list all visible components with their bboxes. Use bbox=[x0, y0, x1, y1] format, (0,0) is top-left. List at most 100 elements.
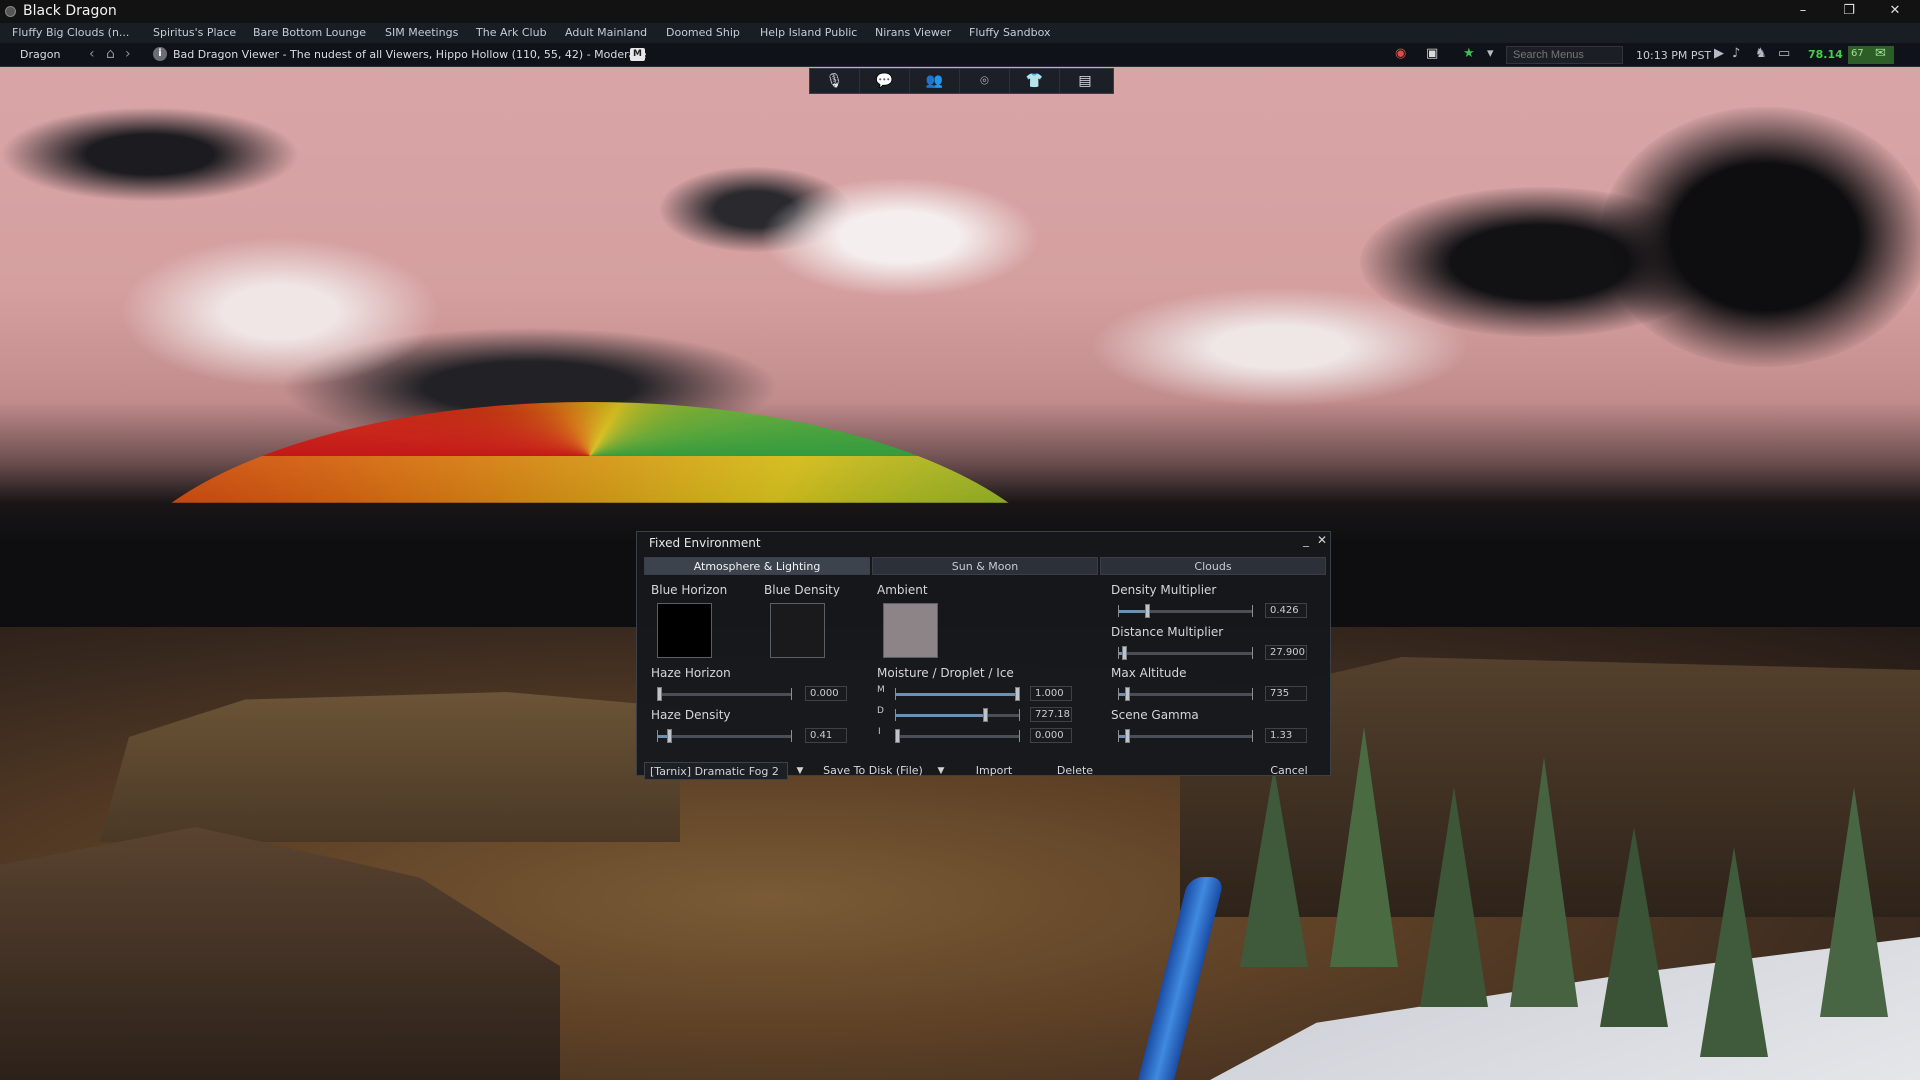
no-build-icon[interactable]: ▣ bbox=[1426, 46, 1438, 61]
home-icon[interactable]: ⌂ bbox=[106, 46, 115, 62]
moisture-label: Moisture / Droplet / Ice bbox=[877, 666, 1014, 680]
window-titlebar: Black Dragon – ❐ ✕ bbox=[0, 0, 1920, 23]
window-title: Black Dragon bbox=[23, 3, 117, 19]
scene-gamma-value[interactable]: 1.33 bbox=[1265, 728, 1307, 743]
favorite-item[interactable]: Help Island Public bbox=[760, 26, 857, 39]
maturity-badge: M bbox=[630, 48, 645, 61]
ambient-swatch[interactable] bbox=[883, 603, 938, 658]
preset-dropdown[interactable]: [Tarnix] Dramatic Fog 2 bbox=[644, 762, 788, 780]
pine-tree bbox=[1820, 787, 1888, 1017]
nav-menu-name[interactable]: Dragon bbox=[20, 48, 60, 61]
haze-density-slider[interactable] bbox=[657, 729, 792, 743]
droplet-value[interactable]: 727.18 bbox=[1030, 707, 1072, 722]
tab-atmosphere-lighting[interactable]: Atmosphere & Lighting bbox=[644, 557, 870, 575]
pine-tree bbox=[1420, 787, 1488, 1007]
minimize-button[interactable]: – bbox=[1780, 0, 1826, 23]
ambient-label: Ambient bbox=[877, 583, 928, 597]
haze-horizon-label: Haze Horizon bbox=[651, 666, 731, 680]
info-icon[interactable]: i bbox=[153, 47, 167, 61]
blue-density-swatch[interactable] bbox=[770, 603, 825, 658]
restore-button[interactable]: ❐ bbox=[1826, 0, 1872, 23]
navigation-bar: Dragon ‹ ⌂ › i Bad Dragon Viewer - The n… bbox=[0, 43, 1920, 67]
visibility-eye-icon[interactable]: ◉ bbox=[1395, 46, 1406, 61]
favorite-item[interactable]: Fluffy Sandbox bbox=[969, 26, 1051, 39]
scene-gamma-label: Scene Gamma bbox=[1111, 708, 1199, 722]
white-cloud bbox=[1090, 287, 1470, 407]
people-icon[interactable]: 👥 bbox=[910, 69, 960, 93]
droplet-slider[interactable] bbox=[895, 708, 1020, 722]
pine-tree bbox=[1510, 757, 1578, 1007]
density-multiplier-slider[interactable] bbox=[1118, 604, 1253, 618]
blue-horizon-swatch[interactable] bbox=[657, 603, 712, 658]
places-icon[interactable]: ⌾ bbox=[960, 69, 1010, 93]
fixed-environment-floater: Fixed Environment _ ✕ Atmosphere & Light… bbox=[636, 531, 1331, 780]
favorite-item[interactable]: Doomed Ship bbox=[666, 26, 740, 39]
tab-sun-moon[interactable]: Sun & Moon bbox=[872, 557, 1098, 575]
max-altitude-slider[interactable] bbox=[1118, 687, 1253, 701]
minimize-floater-button[interactable]: _ bbox=[1303, 533, 1309, 547]
volume-icon[interactable]: ♪ bbox=[1732, 46, 1740, 61]
favorite-item[interactable]: Nirans Viewer bbox=[875, 26, 951, 39]
chevron-down-icon[interactable]: ▼ bbox=[792, 762, 808, 780]
moisture-value[interactable]: 1.000 bbox=[1030, 686, 1072, 701]
tab-clouds[interactable]: Clouds bbox=[1100, 557, 1326, 575]
favorite-item[interactable]: The Ark Club bbox=[476, 26, 547, 39]
play-media-icon[interactable]: ▶ bbox=[1714, 46, 1724, 61]
forward-arrow-icon[interactable]: › bbox=[125, 46, 131, 62]
favorite-star-icon[interactable]: ★ bbox=[1463, 46, 1475, 61]
white-cloud bbox=[760, 177, 1040, 297]
favorite-item[interactable]: Adult Mainland bbox=[565, 26, 647, 39]
chat-icon[interactable]: 💬 bbox=[860, 69, 910, 93]
moisture-m-label: M bbox=[877, 685, 885, 695]
delete-button[interactable]: Delete bbox=[1037, 762, 1113, 780]
microphone-icon[interactable]: 🎙 bbox=[810, 69, 860, 93]
ice-slider[interactable] bbox=[895, 729, 1020, 743]
haze-density-value[interactable]: 0.41 bbox=[805, 728, 847, 743]
max-altitude-label: Max Altitude bbox=[1111, 666, 1187, 680]
search-menus-input[interactable] bbox=[1506, 46, 1623, 64]
density-multiplier-value[interactable]: 0.426 bbox=[1265, 603, 1307, 618]
fps-readout: 78.14 bbox=[1808, 48, 1843, 61]
location-bar[interactable]: i Bad Dragon Viewer - The nudest of all … bbox=[147, 45, 647, 64]
inventory-icon[interactable]: ▤ bbox=[1060, 69, 1110, 93]
favorites-bar: Fluffy Big Clouds (n... Spiritus's Place… bbox=[0, 23, 1920, 43]
distance-multiplier-slider[interactable] bbox=[1118, 646, 1253, 660]
favorite-item[interactable]: Fluffy Big Clouds (n... bbox=[12, 26, 129, 39]
distance-multiplier-value[interactable]: 27.900 bbox=[1265, 645, 1307, 660]
moisture-slider[interactable] bbox=[895, 687, 1020, 701]
pine-tree bbox=[1240, 767, 1308, 967]
haze-horizon-value[interactable]: 0.000 bbox=[805, 686, 847, 701]
favorite-item[interactable]: Spiritus's Place bbox=[153, 26, 236, 39]
location-text: Bad Dragon Viewer - The nudest of all Vi… bbox=[173, 48, 647, 61]
ice-value[interactable]: 0.000 bbox=[1030, 728, 1072, 743]
appearance-icon[interactable]: 👕 bbox=[1010, 69, 1060, 93]
chevron-down-icon[interactable]: ▼ bbox=[933, 762, 949, 780]
favorite-item[interactable]: SIM Meetings bbox=[385, 26, 458, 39]
back-arrow-icon[interactable]: ‹ bbox=[89, 46, 95, 62]
haze-horizon-slider[interactable] bbox=[657, 687, 792, 701]
max-altitude-value[interactable]: 735 bbox=[1265, 686, 1307, 701]
density-multiplier-label: Density Multiplier bbox=[1111, 583, 1217, 597]
bandwidth-meter[interactable]: 67 ✉ bbox=[1848, 46, 1894, 64]
import-button[interactable]: Import bbox=[959, 762, 1029, 780]
haze-density-label: Haze Density bbox=[651, 708, 731, 722]
app-icon bbox=[5, 6, 16, 17]
blue-horizon-label: Blue Horizon bbox=[651, 583, 728, 597]
floater-title: Fixed Environment bbox=[649, 536, 761, 550]
monitor-icon[interactable]: ▭ bbox=[1778, 46, 1790, 61]
avatar-icon[interactable]: ♞ bbox=[1755, 46, 1767, 61]
scene-gamma-slider[interactable] bbox=[1118, 729, 1253, 743]
clock: 10:13 PM PST bbox=[1636, 49, 1712, 62]
white-cloud bbox=[120, 237, 440, 387]
close-floater-button[interactable]: ✕ bbox=[1317, 533, 1327, 547]
chevron-down-icon[interactable]: ▾ bbox=[1487, 46, 1494, 61]
distance-multiplier-label: Distance Multiplier bbox=[1111, 625, 1224, 639]
mail-icon[interactable]: ✉ bbox=[1875, 46, 1886, 61]
moisture-i-label: I bbox=[878, 727, 881, 737]
close-window-button[interactable]: ✕ bbox=[1872, 0, 1918, 23]
cancel-button[interactable]: Cancel bbox=[1254, 762, 1324, 780]
pine-tree bbox=[1600, 827, 1668, 1027]
dark-cloud bbox=[0, 107, 300, 202]
save-to-disk-button[interactable]: Save To Disk (File) bbox=[812, 762, 934, 780]
favorite-item[interactable]: Bare Bottom Lounge bbox=[253, 26, 366, 39]
